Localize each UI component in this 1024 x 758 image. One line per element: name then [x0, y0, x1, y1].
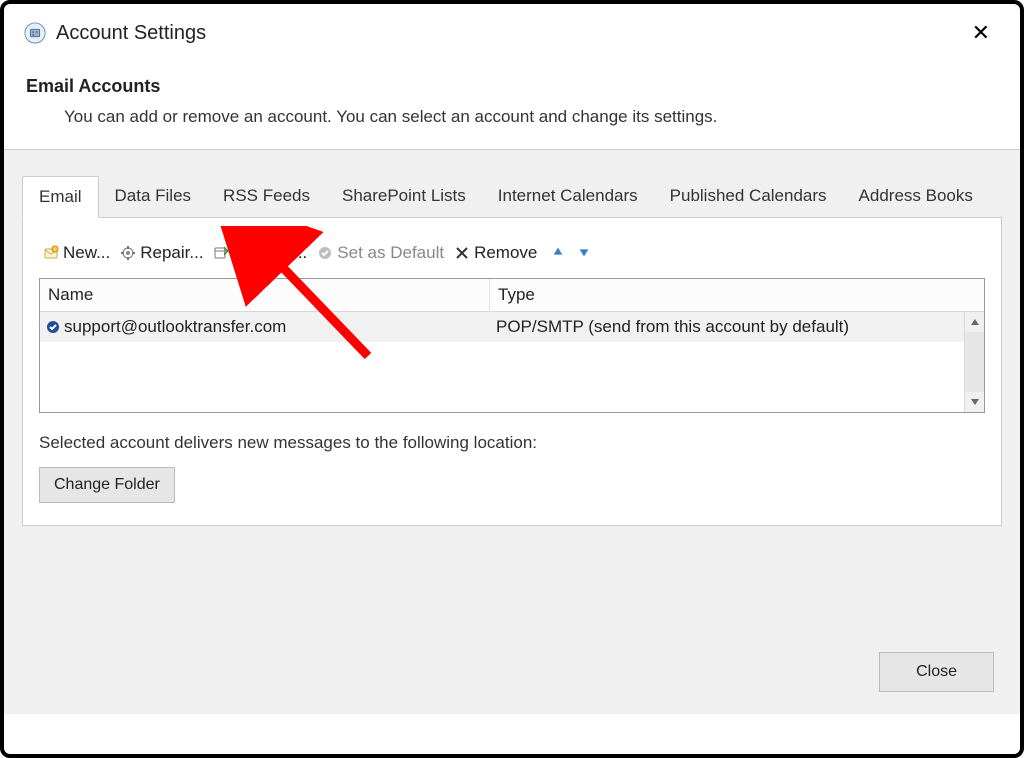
new-icon	[43, 245, 59, 261]
arrow-down-icon	[577, 245, 593, 261]
column-name[interactable]: Name	[40, 279, 490, 311]
tab-rss-feeds[interactable]: RSS Feeds	[207, 176, 326, 218]
repair-button-label: Repair...	[140, 243, 203, 263]
tab-pane-email: New... Repair...	[22, 217, 1002, 526]
account-list: Name Type support@outlooktransfe	[39, 278, 985, 413]
repair-button[interactable]: Repair...	[118, 242, 205, 264]
scroll-up-icon[interactable]	[965, 312, 984, 332]
header-subtitle: You can add or remove an account. You ca…	[26, 107, 998, 127]
account-row[interactable]: support@outlooktransfer.com POP/SMTP (se…	[40, 312, 984, 342]
close-icon[interactable]: ✕	[962, 16, 1000, 50]
header-title: Email Accounts	[26, 76, 998, 97]
new-button-label: New...	[63, 243, 110, 263]
tab-data-files[interactable]: Data Files	[99, 176, 208, 218]
change-icon	[214, 245, 230, 261]
account-name: support@outlooktransfer.com	[64, 317, 286, 337]
change-folder-button[interactable]: Change Folder	[39, 467, 175, 503]
default-account-icon	[46, 320, 60, 334]
delivery-location-text: Selected account delivers new messages t…	[39, 433, 985, 453]
window-title: Account Settings	[56, 22, 206, 45]
account-type: POP/SMTP (send from this account by defa…	[490, 312, 984, 342]
toolbar: New... Repair...	[39, 232, 985, 278]
move-down-button[interactable]	[575, 244, 595, 262]
scroll-down-icon[interactable]	[965, 392, 984, 412]
arrow-up-icon	[551, 245, 567, 261]
tab-internet-calendars[interactable]: Internet Calendars	[482, 176, 654, 218]
scrollbar[interactable]	[964, 312, 984, 412]
tab-sharepoint-lists[interactable]: SharePoint Lists	[326, 176, 482, 218]
move-up-button[interactable]	[545, 244, 569, 262]
tab-published-calendars[interactable]: Published Calendars	[654, 176, 843, 218]
remove-icon	[454, 245, 470, 261]
remove-button-label: Remove	[474, 243, 537, 263]
app-icon	[24, 22, 46, 44]
titlebar: Account Settings ✕	[4, 4, 1020, 56]
scroll-track[interactable]	[965, 332, 984, 392]
tabstrip: Email Data Files RSS Feeds SharePoint Li…	[4, 150, 1020, 218]
column-type[interactable]: Type	[490, 279, 984, 311]
change-button[interactable]: Change...	[212, 242, 310, 264]
set-default-button-label: Set as Default	[337, 243, 444, 263]
header: Email Accounts You can add or remove an …	[4, 56, 1020, 149]
tab-address-books[interactable]: Address Books	[843, 176, 989, 218]
tab-email[interactable]: Email	[22, 176, 99, 218]
check-circle-icon	[317, 245, 333, 261]
repair-icon	[120, 245, 136, 261]
close-button[interactable]: Close	[879, 652, 994, 692]
set-default-button: Set as Default	[315, 242, 446, 264]
column-headers: Name Type	[40, 279, 984, 312]
change-button-label: Change...	[234, 243, 308, 263]
new-button[interactable]: New...	[41, 242, 112, 264]
remove-button[interactable]: Remove	[452, 242, 539, 264]
body-area: Email Data Files RSS Feeds SharePoint Li…	[4, 150, 1020, 714]
